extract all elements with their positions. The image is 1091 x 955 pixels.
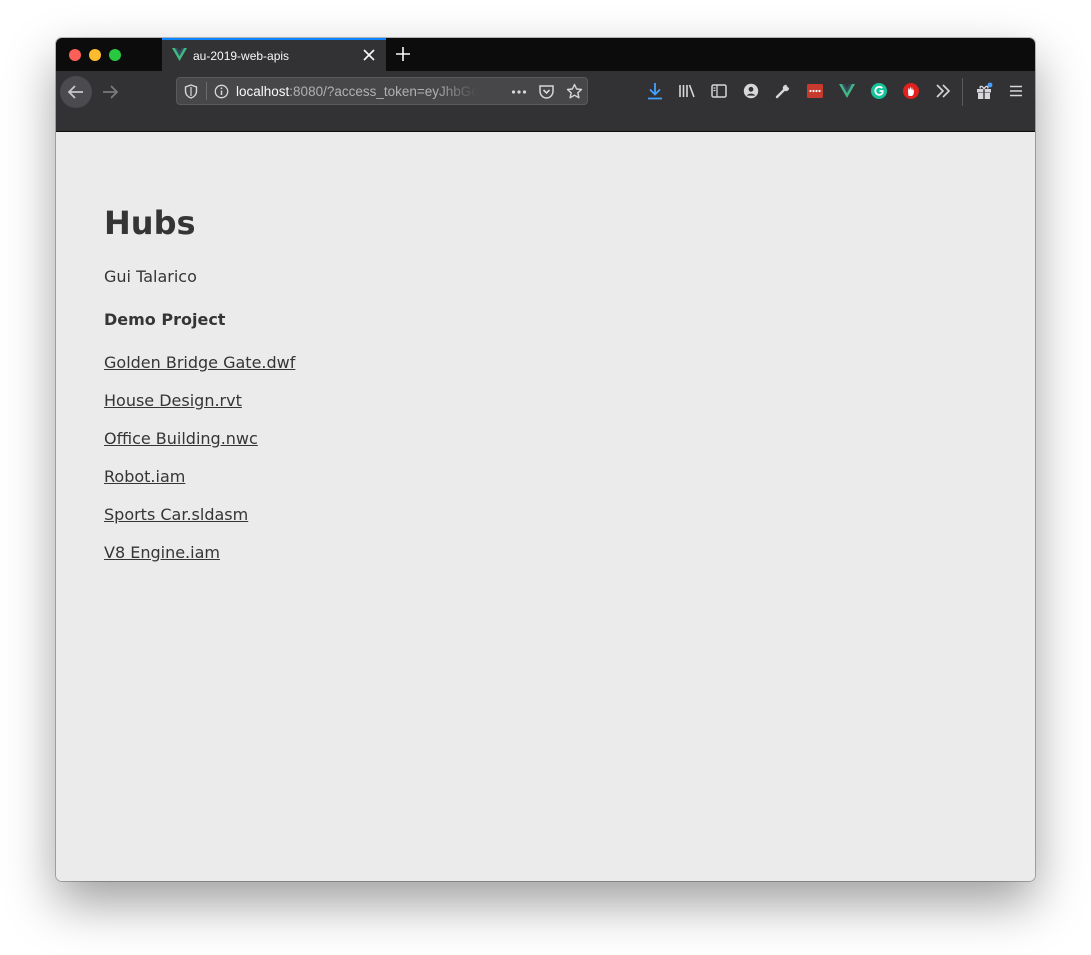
browser-tab[interactable]: au-2019-web-apis <box>162 38 386 71</box>
overflow-chevron-icon[interactable] <box>934 82 952 100</box>
list-item: V8 Engine.iam <box>104 543 295 581</box>
wrench-icon[interactable] <box>774 82 792 100</box>
user-name: Gui Talarico <box>104 267 197 286</box>
file-link[interactable]: House Design.rvt <box>104 391 242 410</box>
file-link[interactable]: Robot.iam <box>104 467 185 486</box>
file-list: Golden Bridge Gate.dwf House Design.rvt … <box>104 353 295 581</box>
download-icon[interactable] <box>646 82 664 100</box>
project-name: Demo Project <box>104 310 226 329</box>
adblock-icon[interactable] <box>902 82 920 100</box>
bookmark-star-icon[interactable] <box>566 83 583 105</box>
window-minimize-button[interactable] <box>89 49 101 61</box>
sidebar-icon[interactable] <box>710 82 728 100</box>
grammarly-icon[interactable] <box>870 82 888 100</box>
account-icon[interactable] <box>742 82 760 100</box>
gift-icon[interactable] <box>975 82 993 100</box>
tracking-shield-icon[interactable] <box>184 84 198 104</box>
back-arrow-icon <box>67 85 83 99</box>
vue-devtools-icon[interactable] <box>838 82 856 100</box>
browser-window: au-2019-web-apis localhost:8080/?access_… <box>56 38 1035 881</box>
forward-arrow-icon <box>103 85 119 99</box>
url-host: localhost <box>236 84 290 99</box>
info-icon[interactable] <box>214 84 229 104</box>
list-item: House Design.rvt <box>104 391 295 429</box>
back-button[interactable] <box>60 76 92 108</box>
tab-title: au-2019-web-apis <box>193 49 290 63</box>
pocket-icon[interactable] <box>538 83 555 105</box>
url-bar[interactable]: localhost:8080/?access_token=eyJhbGciOiJ… <box>176 77 588 105</box>
list-item: Sports Car.sldasm <box>104 505 295 543</box>
page-content: Hubs Gui Talarico Demo Project Golden Br… <box>56 132 1035 881</box>
navigation-toolbar: localhost:8080/?access_token=eyJhbGciOiJ… <box>56 71 1035 132</box>
title-bar: au-2019-web-apis <box>56 38 1035 71</box>
list-item: Office Building.nwc <box>104 429 295 467</box>
vue-logo-icon <box>171 46 188 63</box>
file-link[interactable]: V8 Engine.iam <box>104 543 220 562</box>
url-path: :8080/?access_token=eyJhbGciOiJSUzI1NiIs <box>289 84 478 99</box>
library-icon[interactable] <box>678 82 696 100</box>
url-bar-divider <box>206 82 207 100</box>
file-link[interactable]: Sports Car.sldasm <box>104 505 248 524</box>
lastpass-icon[interactable] <box>806 82 824 100</box>
file-link[interactable]: Office Building.nwc <box>104 429 258 448</box>
page-actions-icon[interactable] <box>511 85 527 104</box>
toolbar-divider <box>962 78 963 106</box>
hamburger-menu-icon[interactable] <box>1007 82 1025 100</box>
forward-button[interactable] <box>94 76 126 108</box>
file-link[interactable]: Golden Bridge Gate.dwf <box>104 353 295 372</box>
window-close-button[interactable] <box>69 49 81 61</box>
page-title: Hubs <box>104 204 196 242</box>
url-text[interactable]: localhost:8080/?access_token=eyJhbGciOiJ… <box>236 84 478 99</box>
new-tab-icon[interactable] <box>394 45 412 63</box>
tab-close-icon[interactable] <box>362 48 376 62</box>
list-item: Golden Bridge Gate.dwf <box>104 353 295 391</box>
list-item: Robot.iam <box>104 467 295 505</box>
window-maximize-button[interactable] <box>109 49 121 61</box>
